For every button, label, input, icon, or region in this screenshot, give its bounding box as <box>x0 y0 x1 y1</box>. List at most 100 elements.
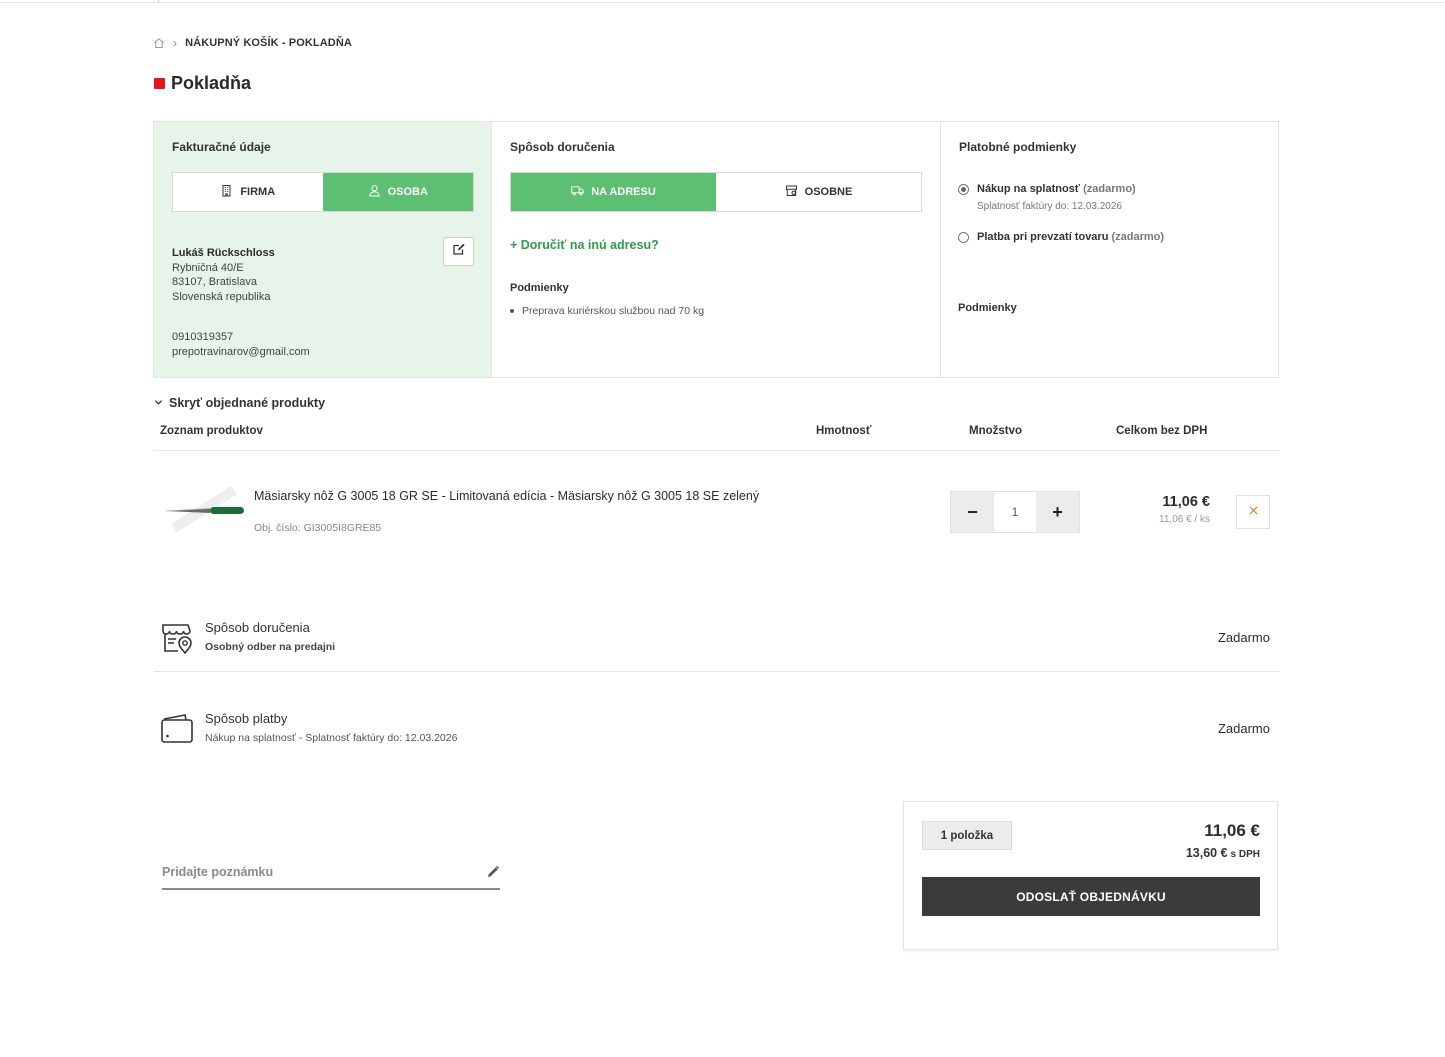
note-field <box>162 862 500 890</box>
billing-email: prepotravinarov@gmail.com <box>172 345 310 358</box>
toggle-products-label: Skryť objednané produkty <box>169 396 326 410</box>
billing-section: Fakturačné údaje FIRMA OSOBA Lukáš Rücks… <box>154 122 492 377</box>
decrease-button[interactable]: − <box>951 492 994 532</box>
note-input[interactable] <box>162 862 462 879</box>
edit-icon <box>452 242 466 261</box>
delivery-section: Spôsob doručenia NA ADRESU OSOBNE + Doru… <box>492 122 941 377</box>
product-row: Mäsiarsky nôž G 3005 18 GR SE - Limitova… <box>154 470 1279 555</box>
product-price: 11,06 € 11,06 € / ks <box>1159 494 1210 525</box>
pencil-icon[interactable] <box>486 865 500 879</box>
billing-phone: 0910319357 <box>172 331 234 343</box>
top-divider-mark <box>158 0 159 3</box>
billing-name: Lukáš Rückschloss <box>172 247 275 259</box>
delivery-condition-item: Preprava kuriérskou službou nad 70 kg <box>522 305 705 317</box>
summary-total-vat: 13,60 € s DPH <box>1186 846 1260 860</box>
delivery-personal-option[interactable]: OSOBNE <box>716 173 921 211</box>
delivery-method-sub: Osobný odber na predajni <box>205 641 336 653</box>
billing-city: 83107, Bratislava <box>172 276 257 289</box>
store-icon <box>785 184 798 200</box>
store-pickup-icon <box>160 620 194 655</box>
payment-option-cod-label: Platba pri prevzatí tovaru (zadarmo) <box>977 231 1164 243</box>
product-price-total: 11,06 € <box>1162 494 1210 510</box>
payment-option-cod-text: Platba pri prevzatí tovaru <box>977 231 1109 243</box>
increase-button[interactable]: + <box>1036 492 1079 532</box>
billing-title: Fakturačné údaje <box>172 140 271 154</box>
remove-product-button[interactable] <box>1236 495 1270 529</box>
payment-option-invoice-label: Nákup na splatnosť (zadarmo) <box>977 183 1136 195</box>
close-icon <box>1248 503 1259 521</box>
breadcrumb: › NÁKUPNÝ KOŠÍK - POKLADŇA <box>153 36 352 50</box>
radio-cod[interactable] <box>958 232 969 243</box>
summary-total: 11,06 € <box>1204 821 1260 840</box>
quantity-stepper: − 1 + <box>950 491 1080 533</box>
item-count-badge: 1 položka <box>922 821 1012 850</box>
product-price-unit: 11,06 € / ks <box>1159 514 1210 525</box>
page-title: Pokladňa <box>154 73 251 94</box>
billing-person-label: OSOBA <box>387 186 428 198</box>
other-address-link[interactable]: + Doručiť na inú adresu? <box>510 238 659 252</box>
summary-total-vat-value: 13,60 € <box>1185 846 1228 860</box>
header-total: Celkom bez DPH <box>1116 425 1208 437</box>
home-icon[interactable] <box>153 37 165 49</box>
billing-person-option[interactable]: OSOBA <box>322 173 473 211</box>
submit-order-button[interactable]: ODOSLAŤ OBJEDNÁVKU <box>922 877 1260 916</box>
delivery-conditions-title: Podmienky <box>510 282 569 294</box>
chevron-right-icon: › <box>173 36 178 50</box>
breadcrumb-current: NÁKUPNÝ KOŠÍK - POKLADŇA <box>185 37 352 49</box>
header-product-list: Zoznam produktov <box>160 425 263 437</box>
product-name[interactable]: Mäsiarsky nôž G 3005 18 GR SE - Limitova… <box>254 489 764 503</box>
checkout-panel: Fakturačné údaje FIRMA OSOBA Lukáš Rücks… <box>153 121 1279 378</box>
payment-method-title: Spôsob platby <box>205 711 288 726</box>
billing-address: Lukáš Rückschloss Rybničná 40/E 83107, B… <box>172 246 275 304</box>
billing-company-option[interactable]: FIRMA <box>173 173 323 211</box>
truck-icon <box>571 184 584 200</box>
payment-option-invoice[interactable]: Nákup na splatnosť (zadarmo) Splatnosť f… <box>958 183 1136 212</box>
payment-method-summary: Spôsob platby Nákup na splatnosť - Splat… <box>154 703 1279 773</box>
billing-country: Slovenská republika <box>172 290 271 303</box>
quantity-value[interactable]: 1 <box>994 492 1036 532</box>
delivery-title: Spôsob doručenia <box>510 140 615 154</box>
delivery-conditions-list: Preprava kuriérskou službou nad 70 kg <box>510 305 704 317</box>
delivery-personal-label: OSOBNE <box>804 186 853 198</box>
method-divider <box>154 671 1279 672</box>
plus-icon: + <box>1052 501 1063 522</box>
payment-section: Platobné podmienky Nákup na splatnosť (z… <box>941 122 1278 377</box>
payment-option-cod[interactable]: Platba pri prevzatí tovaru (zadarmo) <box>958 231 1164 243</box>
top-divider <box>0 2 1445 3</box>
payment-method-sub: Nákup na splatnosť - Splatnosť faktúry d… <box>205 732 458 744</box>
header-weight: Hmotnosť <box>816 425 872 437</box>
bullet-icon <box>510 309 514 313</box>
payment-method-price: Zadarmo <box>1217 721 1270 736</box>
delivery-address-label: NA ADRESU <box>591 186 656 198</box>
page-title-text: Pokladňa <box>171 73 252 93</box>
summary-vat-suffix: s DPH <box>1230 849 1260 860</box>
edit-address-button[interactable] <box>443 237 474 266</box>
payment-option-invoice-free: (zadarmo) <box>1083 183 1136 195</box>
title-square-icon <box>154 78 165 89</box>
product-code: Obj. číslo: GI3005I8GRE85 <box>254 522 382 534</box>
payment-option-invoice-text: Nákup na splatnosť <box>977 183 1081 195</box>
delivery-address-option[interactable]: NA ADRESU <box>511 173 716 211</box>
delivery-method-price: Zadarmo <box>1217 630 1270 645</box>
billing-street: Rybničná 40/E <box>172 261 244 274</box>
minus-icon: − <box>967 501 978 522</box>
toggle-products-button[interactable]: Skryť objednané produkty <box>154 396 325 410</box>
user-icon <box>368 184 381 200</box>
payment-title: Platobné podmienky <box>959 140 1077 154</box>
billing-company-label: FIRMA <box>240 186 276 198</box>
order-summary: 1 položka 11,06 € 13,60 € s DPH ODOSLAŤ O… <box>903 801 1278 950</box>
radio-invoice[interactable] <box>958 184 969 195</box>
payment-conditions-title: Podmienky <box>958 302 1017 314</box>
delivery-type-toggle: NA ADRESU OSOBNE <box>510 172 922 212</box>
header-quantity: Množstvo <box>969 425 1023 437</box>
product-list-header: Zoznam produktov Hmotnosť Množstvo Celko… <box>154 420 1279 451</box>
billing-contact: 0910319357 prepotravinarov@gmail.com <box>172 330 310 359</box>
payment-option-cod-free: (zadarmo) <box>1111 231 1165 243</box>
payment-option-invoice-sub: Splatnosť faktúry do: 12.03.2026 <box>977 201 1122 212</box>
billing-type-toggle: FIRMA OSOBA <box>172 172 474 212</box>
wallet-icon <box>160 711 194 745</box>
building-icon <box>220 184 233 200</box>
product-image[interactable] <box>164 478 248 540</box>
delivery-method-title: Spôsob doručenia <box>205 620 310 635</box>
chevron-down-icon <box>154 396 163 410</box>
